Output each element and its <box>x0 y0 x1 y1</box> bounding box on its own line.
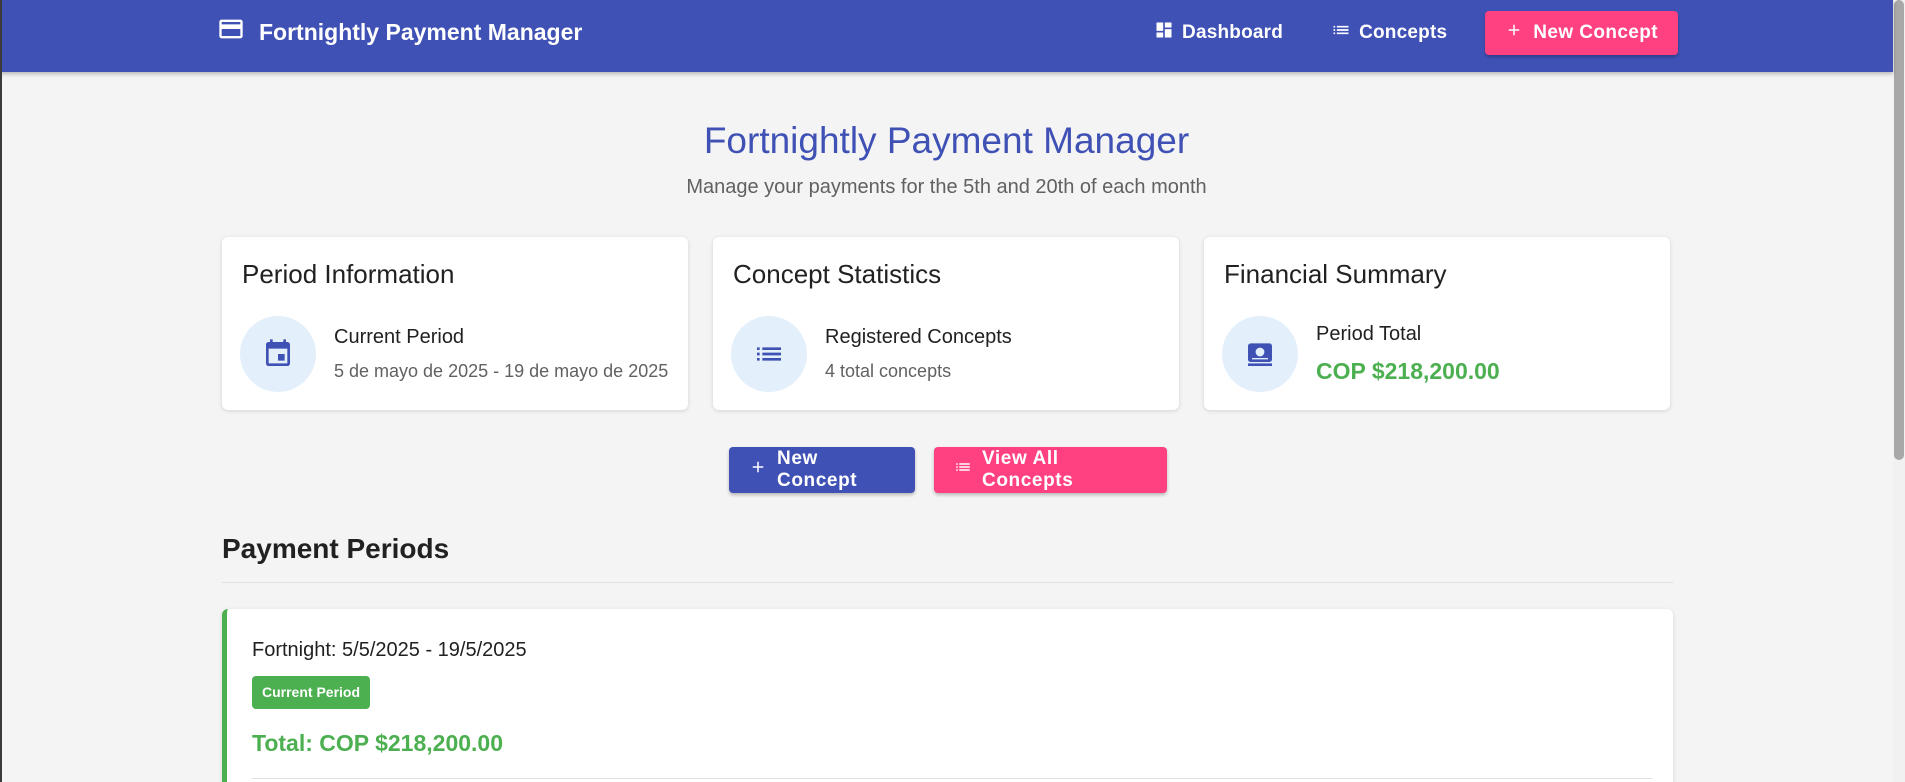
page-title: Fortnightly Payment Manager <box>703 120 1190 161</box>
scrollbar-thumb[interactable] <box>1894 0 1904 460</box>
period-card[interactable]: Fortnight: 5/5/2025 - 19/5/2025 Current … <box>222 609 1673 782</box>
brand-title: Fortnightly Payment Manager <box>259 18 583 45</box>
card-text: Current Period 5 de mayo de 2025 - 19 de… <box>334 326 668 382</box>
period-info-card: Period Information Current Period 5 de m… <box>222 237 688 410</box>
card-title: Period Information <box>242 259 455 289</box>
new-concept-label: New Concept <box>777 448 858 491</box>
card-label: Registered Concepts <box>825 326 1012 348</box>
financial-summary-card: Financial Summary Period Total COP $218,… <box>1204 237 1670 410</box>
card-label: Current Period <box>334 326 465 348</box>
view-all-concepts-label: View All Concepts <box>982 448 1074 491</box>
nav-dashboard[interactable]: Dashboard <box>1134 11 1303 55</box>
divider <box>252 778 1652 779</box>
card-text: Period Total COP $218,200.00 <box>1316 323 1500 385</box>
summary-cards: Period Information Current Period 5 de m… <box>222 237 1670 410</box>
brand[interactable]: Fortnightly Payment Manager <box>217 18 582 46</box>
list-icon <box>954 458 972 482</box>
nav-new-concept-button[interactable]: New Concept <box>1485 11 1678 55</box>
card-value: 5 de mayo de 2025 - 19 de mayo de 2025 <box>334 361 669 381</box>
card-label: Period Total <box>1316 323 1422 345</box>
app-bar: Fortnightly Payment Manager Dashboard Co… <box>0 0 1893 72</box>
divider <box>222 582 1673 583</box>
card-text: Registered Concepts 4 total concepts <box>825 326 1012 382</box>
period-title: Fortnight: 5/5/2025 - 19/5/2025 <box>252 639 527 661</box>
card-title: Financial Summary <box>1224 259 1447 289</box>
new-concept-button[interactable]: New Concept <box>729 447 915 493</box>
top-nav: Dashboard Concepts New Concept <box>1134 11 1678 55</box>
credit-card-icon <box>217 15 245 49</box>
concept-stats-card: Concept Statistics Registered Concepts 4… <box>713 237 1179 410</box>
nav-dashboard-label: Dashboard <box>1182 22 1284 43</box>
nav-concepts-label: Concepts <box>1359 22 1448 43</box>
period-total: Total: COP $218,200.00 <box>252 730 504 756</box>
list-icon <box>731 316 807 392</box>
view-all-concepts-button[interactable]: View All Concepts <box>934 447 1167 493</box>
calendar-icon <box>240 316 316 392</box>
action-buttons: New Concept View All Concepts <box>729 447 1167 493</box>
period-total-value: COP $218,200.00 <box>1316 358 1500 384</box>
plus-icon <box>1505 21 1523 45</box>
list-icon <box>1331 20 1351 46</box>
window-edge <box>0 0 2 782</box>
card-value: 4 total concepts <box>825 361 952 381</box>
page-subtitle: Manage your payments for the 5th and 20t… <box>686 176 1207 198</box>
nav-new-concept-label: New Concept <box>1533 22 1658 43</box>
card-title: Concept Statistics <box>733 259 942 289</box>
card-body: Current Period 5 de mayo de 2025 - 19 de… <box>240 316 668 392</box>
page-scrollbar[interactable] <box>1893 0 1905 782</box>
status-badge: Current Period <box>252 676 371 709</box>
plus-icon <box>749 458 767 482</box>
card-body: Registered Concepts 4 total concepts <box>731 316 1012 392</box>
money-icon <box>1222 316 1298 392</box>
nav-concepts[interactable]: Concepts <box>1311 11 1467 55</box>
page: Fortnightly Payment Manager Dashboard Co… <box>0 0 1905 782</box>
section-title: Payment Periods <box>222 533 450 564</box>
card-body: Period Total COP $218,200.00 <box>1222 316 1500 392</box>
dashboard-icon <box>1154 20 1174 46</box>
